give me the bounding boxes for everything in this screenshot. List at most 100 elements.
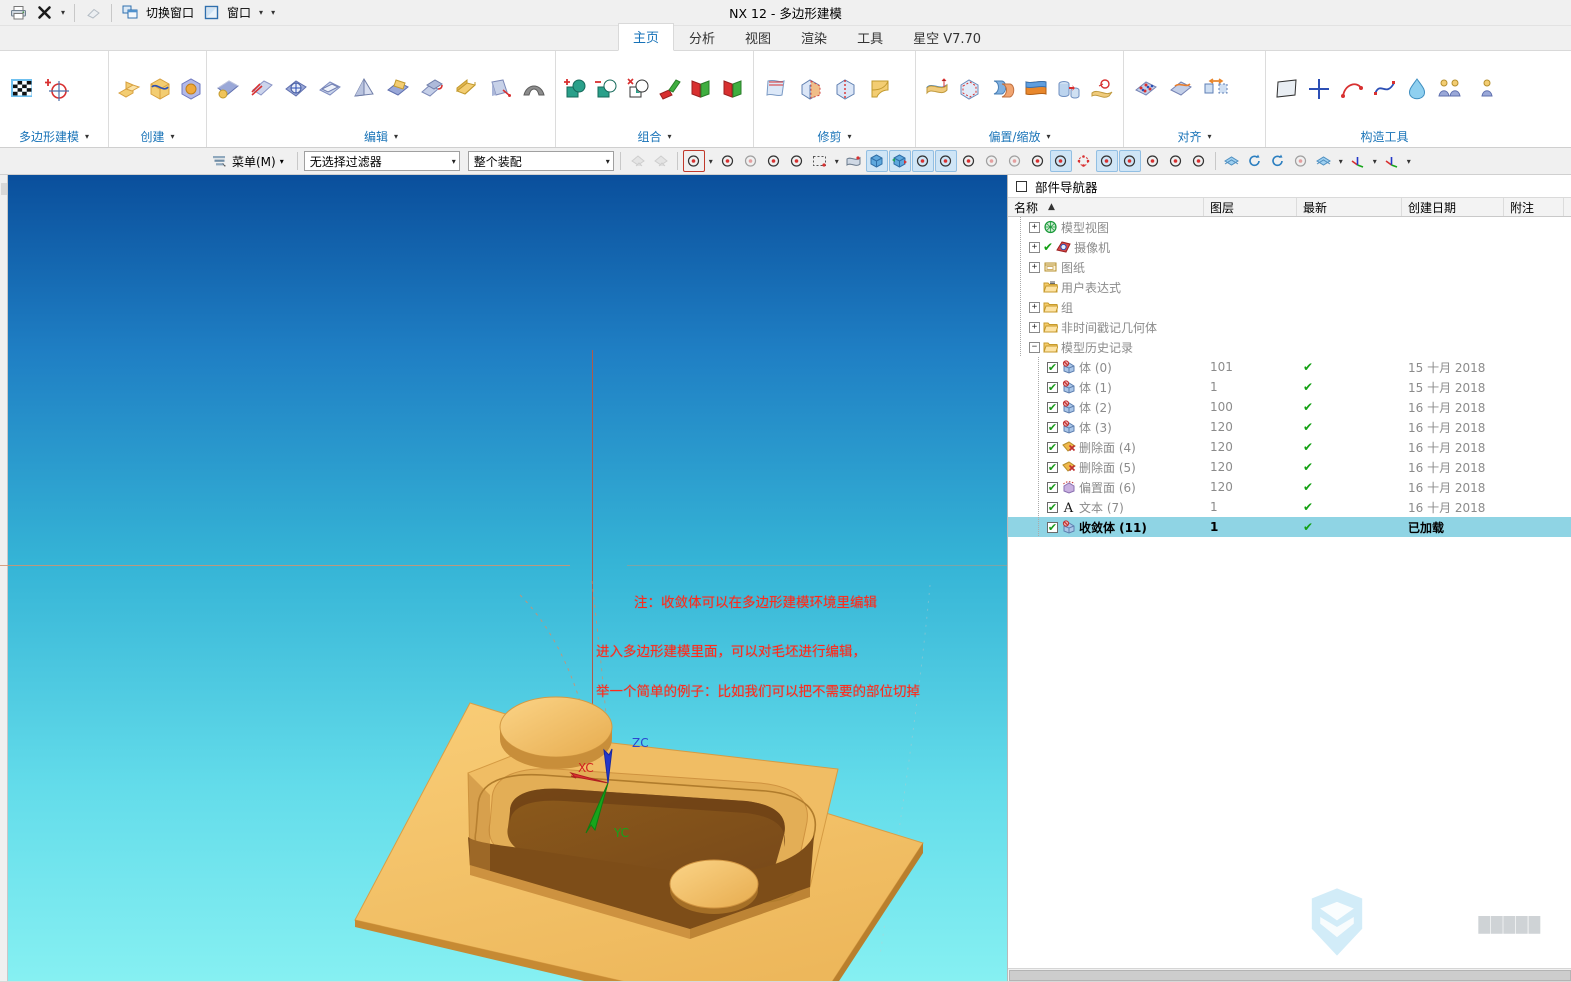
ribbon-button-flatten-mesh-icon[interactable]: [315, 72, 346, 106]
window-label[interactable]: 窗口: [225, 4, 254, 21]
toolbar-button-surface-snap-icon[interactable]: [1165, 150, 1187, 172]
cad-model[interactable]: [0, 175, 1007, 981]
close-dropdown-caret[interactable]: ▾: [58, 8, 68, 17]
ribbon-button-shell-icon[interactable]: [1054, 72, 1084, 106]
toolbar-button-endpoint-snap-icon[interactable]: [1118, 150, 1141, 172]
ribbon-button-trim-sheet-icon[interactable]: [760, 72, 792, 106]
layer-caret[interactable]: ▾: [1336, 157, 1346, 166]
toolbar-button-shaded-icon[interactable]: [843, 150, 865, 172]
tab-1[interactable]: 分析: [674, 24, 730, 51]
toolbar-button-filter-face-icon[interactable]: [650, 150, 672, 172]
ribbon-group-4-caret[interactable]: ▾: [848, 132, 852, 141]
expand-icon[interactable]: +: [1029, 241, 1040, 253]
toolbar-button-line-point-b-icon[interactable]: [934, 150, 957, 172]
tree-node-name-cell[interactable]: ✔ 收敛体 (11): [1008, 517, 1204, 537]
window-dropdown-caret[interactable]: ▾: [256, 8, 266, 17]
ribbon-group-5-label[interactable]: 偏置/缩放 ▾: [916, 125, 1123, 147]
ribbon-button-split-mesh-icon[interactable]: [416, 72, 447, 106]
toolbar-button-wcs-display-icon[interactable]: [1381, 150, 1403, 172]
ribbon-button-arc-icon[interactable]: [1337, 72, 1367, 106]
tab-4[interactable]: 工具: [842, 24, 898, 51]
toolbar-button-layer-settings-icon[interactable]: [1221, 150, 1243, 172]
toolbar-button-refresh-icon[interactable]: [1244, 150, 1266, 172]
ribbon-button-people-icon[interactable]: [1435, 72, 1465, 106]
tree-node-name-cell[interactable]: ✔ A 文本 (7): [1008, 497, 1204, 517]
column-header-4[interactable]: 附注: [1504, 198, 1564, 216]
ribbon-button-offset-surface-icon[interactable]: [922, 72, 952, 106]
scope-filter-combo[interactable]: 整个装配 ▾: [467, 151, 614, 171]
ribbon-button-smooth-mesh-icon[interactable]: [247, 72, 278, 106]
ribbon-button-pyramid-icon[interactable]: [349, 72, 380, 106]
toolbar-button-point-filter-icon[interactable]: [682, 150, 705, 172]
toolbar-button-layer-visible-icon[interactable]: [1313, 150, 1335, 172]
toolbar-button-line-point-a-icon[interactable]: [911, 150, 934, 172]
ribbon-button-paint-mesh-icon[interactable]: [213, 72, 244, 106]
row-checkbox[interactable]: ✔: [1047, 421, 1058, 433]
ribbon-group-2-label[interactable]: 编辑 ▾: [207, 125, 555, 147]
table-row[interactable]: ✔ 删除面 (4) 120 ✔ 16 十月 2018: [1008, 437, 1571, 457]
ribbon-group-1-caret[interactable]: ▾: [171, 132, 175, 141]
ribbon-button-bridge-mesh-icon[interactable]: [518, 72, 549, 106]
table-row[interactable]: ✔ 体 (0) 101 ✔ 15 十月 2018: [1008, 357, 1571, 377]
table-row[interactable]: + ✔ 摄像机: [1008, 237, 1571, 257]
tab-3[interactable]: 渲染: [786, 24, 842, 51]
table-row[interactable]: ✔ 删除面 (5) 120 ✔ 16 十月 2018: [1008, 457, 1571, 477]
toolbar-button-center-snap-icon[interactable]: [1049, 150, 1072, 172]
point-caret[interactable]: ▾: [706, 157, 716, 166]
table-row[interactable]: ✔ 体 (3) 120 ✔ 16 十月 2018: [1008, 417, 1571, 437]
ribbon-button-extrude-icon[interactable]: [115, 72, 143, 106]
table-row[interactable]: + 图纸: [1008, 257, 1571, 277]
toolbar-button-shaded-edges-icon[interactable]: [865, 150, 888, 172]
expand-icon[interactable]: +: [1029, 261, 1040, 273]
ribbon-button-offset-face-icon[interactable]: [1021, 72, 1051, 106]
toolbar-button-quadrant-snap-icon[interactable]: [1027, 150, 1049, 172]
tree-node-name-cell[interactable]: + 模型视图: [1008, 217, 1204, 237]
ribbon-button-align-mirror-icon[interactable]: [1200, 72, 1232, 106]
tab-2[interactable]: 视图: [730, 24, 786, 51]
toolbar-button-rect-select-icon[interactable]: [809, 150, 831, 172]
expand-icon[interactable]: +: [1029, 221, 1040, 233]
ribbon-button-box-curve-icon[interactable]: [146, 72, 174, 106]
ribbon-group-1-label[interactable]: 创建 ▾: [109, 125, 206, 147]
row-checkbox[interactable]: ✔: [1047, 401, 1058, 413]
toolbar-button-spline-snap-icon[interactable]: [1004, 150, 1026, 172]
toolbar-button-cloud-point-icon[interactable]: [786, 150, 808, 172]
ribbon-group-6-caret[interactable]: ▾: [1208, 132, 1212, 141]
collapse-icon[interactable]: −: [1029, 341, 1040, 353]
toolbar-button-wcs-icon[interactable]: [1347, 150, 1369, 172]
tree-node-name-cell[interactable]: ✔ 删除面 (4): [1008, 437, 1204, 457]
tree-node-name-cell[interactable]: ✔ 体 (1): [1008, 377, 1204, 397]
toolbar-button-arc-center-icon[interactable]: [717, 150, 739, 172]
toolbar-button-pointer-icon[interactable]: [1290, 150, 1312, 172]
toolbar-button-reset-icon[interactable]: [1267, 150, 1289, 172]
ribbon-button-wrap-icon[interactable]: [1087, 72, 1117, 106]
tree-node-name-cell[interactable]: + 非时间戳记几何体: [1008, 317, 1204, 337]
ribbon-button-spline-icon[interactable]: [1370, 72, 1400, 106]
ribbon-button-thicken-icon[interactable]: [988, 72, 1018, 106]
ribbon-button-align-surface-icon[interactable]: [1165, 72, 1197, 106]
toolbar-button-pole-snap-icon[interactable]: [981, 150, 1003, 172]
eraser-icon[interactable]: [81, 2, 105, 24]
menu-button[interactable]: 菜单(M) ▾: [205, 150, 291, 173]
ribbon-button-fold-mesh-icon[interactable]: [450, 72, 481, 106]
toolbar-button-curve-snap-icon[interactable]: [958, 150, 980, 172]
table-row[interactable]: ✔ 收敛体 (11) 1 ✔ 已加载: [1008, 517, 1571, 537]
ribbon-group-2-caret[interactable]: ▾: [394, 132, 398, 141]
navigator-tree[interactable]: + 模型视图 + ✔ 摄像机 + 图纸 用户表达式 + 组 + 非时间戳记几何体 − 模型历…: [1008, 217, 1571, 968]
ribbon-button-overflow-icon[interactable]: [1467, 72, 1497, 106]
table-row[interactable]: + 非时间戳记几何体: [1008, 317, 1571, 337]
ribbon-button-join-icon[interactable]: [656, 72, 684, 106]
more-caret[interactable]: ▾: [1404, 157, 1414, 166]
ribbon-button-fill-mesh-icon[interactable]: [383, 72, 414, 106]
ribbon-group-3-caret[interactable]: ▾: [668, 132, 672, 141]
tree-node-name-cell[interactable]: ✔ 体 (0): [1008, 357, 1204, 377]
tree-node-name-cell[interactable]: ✔ 体 (3): [1008, 417, 1204, 437]
ribbon-button-datum-plus-icon[interactable]: [1305, 72, 1335, 106]
navigator-horizontal-scrollbar[interactable]: [1008, 968, 1571, 981]
expand-icon[interactable]: +: [1029, 321, 1040, 333]
ribbon-button-add-target-icon[interactable]: [41, 72, 73, 106]
ribbon-button-unite-icon[interactable]: [562, 72, 590, 106]
row-checkbox[interactable]: ✔: [1047, 521, 1058, 533]
toolbar-button-face-snap-icon[interactable]: [1142, 150, 1164, 172]
ribbon-group-6-label[interactable]: 对齐 ▾: [1124, 125, 1265, 147]
